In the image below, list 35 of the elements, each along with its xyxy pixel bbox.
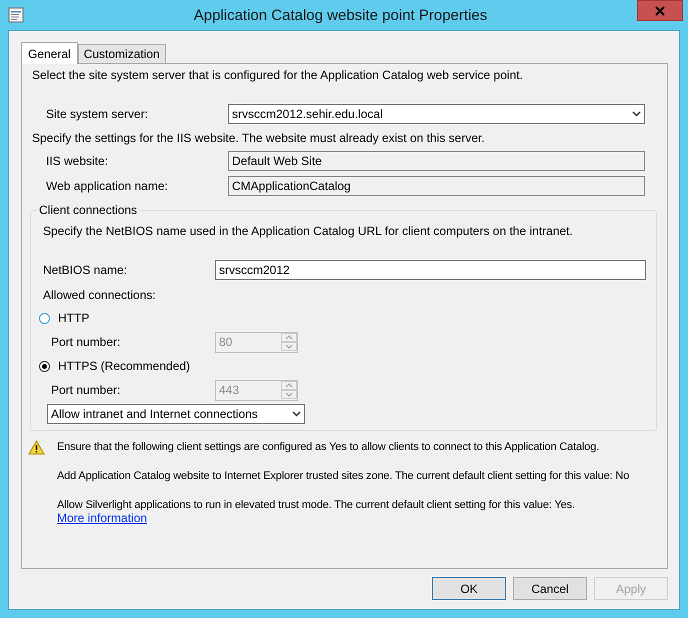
group-title: Client connections [37,203,140,217]
radio-button[interactable] [39,360,50,372]
tab[interactable]: General [21,42,78,64]
field-label: IIS website: [45,154,110,168]
warning-text: Ensure that the following client settings are configured as Yes to allow clients to connect to this Application Catalog. [57,441,600,453]
chevron-down-icon [292,411,301,417]
radio-label[interactable]: HTTPS (Recommended) [58,359,190,373]
close-icon [655,6,665,16]
radio-label[interactable]: HTTP [58,311,90,325]
window-title: Application Catalog website point Properties [192,6,488,24]
allowed-connections-label: Allowed connections: [43,288,157,302]
connection-scope-dropdown[interactable]: Allow intranet and Internet connections [47,404,305,424]
field-label: Web application name: [45,179,169,193]
server-dropdown[interactable]: srvsccm2012.sehir.edu.local [228,104,645,124]
warning-text: Allow Silverlight applications to run in elevated trust mode. The current default client setting for this value: Yes. [57,499,576,511]
chevron-down-icon [632,111,641,117]
field-label: Site system server: [45,107,150,121]
spin-arrows-icon [281,381,297,399]
netbios-name-field[interactable]: srvsccm2012 [215,260,646,280]
window-icon [8,7,24,23]
iis-intro-text: Specify the settings for the IIS website. The website must already exist on this server. [32,131,486,145]
tab[interactable]: Customization [78,44,166,63]
dialog-button[interactable]: Cancel [513,577,587,600]
port-label: Port number: [50,335,122,349]
dialog-button[interactable]: OK [432,577,506,600]
more-information-link[interactable]: More information [57,511,148,525]
intro-text: Select the site system server that is configured for the Application Catalog web service point. [32,68,524,82]
warning-icon [28,440,45,455]
port-label: Port number: [50,383,122,397]
field-label: NetBIOS name: [43,263,128,277]
warning-text: Add Application Catalog website to Internet Explorer trusted sites zone. The current default client setting for this value: No [57,470,630,482]
spin-arrows-icon [281,333,297,351]
netbios-intro-text: Specify the NetBIOS name used in the Application Catalog URL for client computers on the intranet. [43,224,574,238]
close-button[interactable] [637,0,683,21]
radio-button[interactable] [39,312,50,324]
